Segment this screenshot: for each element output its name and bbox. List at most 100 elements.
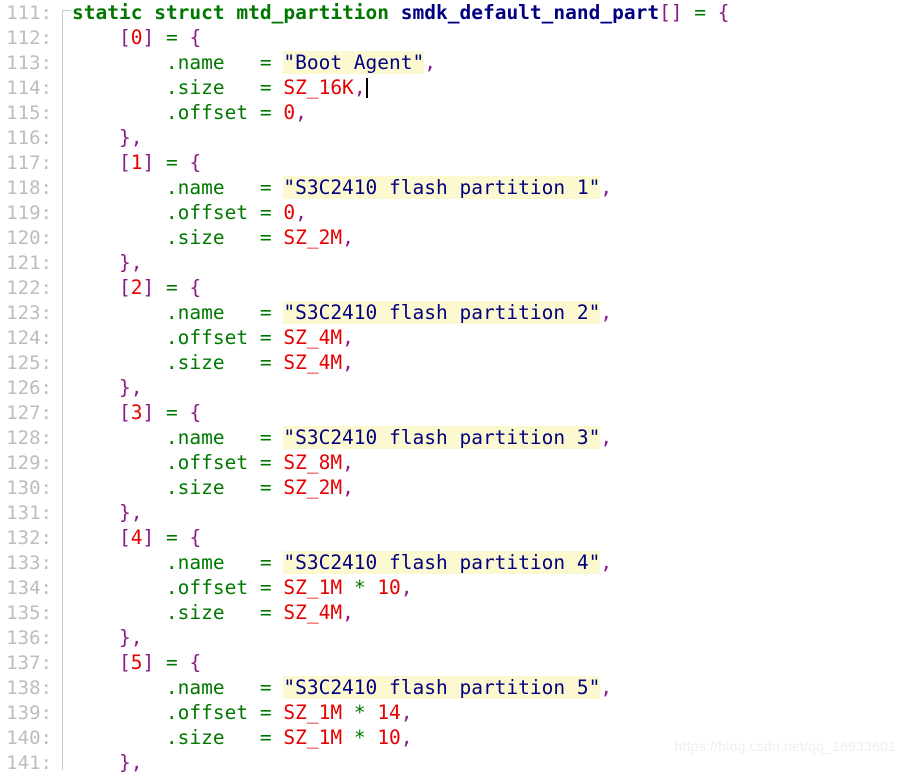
code-line[interactable]: 117 [1] = { [0, 150, 908, 175]
code-line-text: }, [52, 375, 143, 400]
code-line-text: }, [52, 750, 143, 775]
code-token: mtd_partition [236, 1, 390, 24]
code-token: } [118, 751, 131, 774]
code-line[interactable]: 132 [4] = { [0, 525, 908, 550]
code-line[interactable]: 128 .name = "S3C2410 flash partition 3", [0, 425, 908, 450]
code-token: = [259, 551, 272, 574]
code-line[interactable]: 122 [2] = { [0, 275, 908, 300]
code-line[interactable]: 112 [0] = { [0, 25, 908, 50]
line-number: 136 [0, 626, 52, 651]
code-token: = [259, 76, 272, 99]
line-number: 114 [0, 76, 52, 101]
code-token: { [189, 26, 202, 49]
code-token: { [189, 401, 202, 424]
code-line-text: [1] = { [52, 150, 201, 175]
code-editor[interactable]: 111static struct mtd_partition smdk_defa… [0, 0, 908, 774]
code-line[interactable]: 113 .name = "Boot Agent", [0, 50, 908, 75]
code-token: 0 [283, 101, 296, 124]
line-number: 133 [0, 551, 52, 576]
code-line[interactable]: 115 .offset = 0, [0, 100, 908, 125]
code-token: = [259, 726, 272, 749]
code-token: ] [142, 276, 155, 299]
code-line-text: .name = "S3C2410 flash partition 5", [52, 675, 612, 700]
code-line[interactable]: 135 .size = SZ_4M, [0, 600, 908, 625]
code-token: SZ_16K [283, 76, 354, 99]
code-line[interactable]: 127 [3] = { [0, 400, 908, 425]
line-number: 124 [0, 326, 52, 351]
code-token: , [295, 101, 307, 124]
code-line[interactable]: 134 .offset = SZ_1M * 10, [0, 575, 908, 600]
code-token: , [130, 251, 143, 274]
code-line-text: [4] = { [52, 525, 201, 550]
code-token: } [118, 376, 131, 399]
code-line-text: .size = SZ_1M * 10, [52, 725, 413, 750]
code-line[interactable]: 131 }, [0, 500, 908, 525]
code-token: = [165, 526, 178, 549]
code-token: , [130, 126, 143, 149]
code-token: } [118, 626, 131, 649]
code-line[interactable]: 111static struct mtd_partition smdk_defa… [0, 0, 908, 25]
code-token: ] [142, 151, 155, 174]
code-line[interactable]: 137 [5] = { [0, 650, 908, 675]
code-line[interactable]: 125 .size = SZ_4M, [0, 350, 908, 375]
code-token: , [342, 601, 354, 624]
code-token: = [259, 226, 272, 249]
code-line[interactable]: 133 .name = "S3C2410 flash partition 4", [0, 550, 908, 575]
code-line[interactable]: 123 .name = "S3C2410 flash partition 2", [0, 300, 908, 325]
watermark: https://blog.csdn.net/qq_16933601 [674, 738, 896, 754]
code-token: .name [165, 676, 225, 699]
code-token: = [259, 351, 272, 374]
code-line[interactable]: 121 }, [0, 250, 908, 275]
code-line[interactable]: 118 .name = "S3C2410 flash partition 1", [0, 175, 908, 200]
code-token: SZ_2M [283, 476, 343, 499]
code-token: } [118, 126, 131, 149]
line-number: 117 [0, 151, 52, 176]
code-line[interactable]: 130 .size = SZ_2M, [0, 475, 908, 500]
line-number: 132 [0, 526, 52, 551]
code-line-text: }, [52, 125, 143, 150]
code-token: "S3C2410 flash partition 2" [283, 301, 601, 324]
code-token: , [295, 201, 307, 224]
code-token: , [130, 626, 143, 649]
code-token: = [259, 476, 272, 499]
code-line[interactable]: 139 .offset = SZ_1M * 14, [0, 700, 908, 725]
code-line-text: .name = "S3C2410 flash partition 3", [52, 425, 612, 450]
code-token: 2 [130, 276, 143, 299]
code-line[interactable]: 136 }, [0, 625, 908, 650]
code-token: SZ_2M [283, 226, 343, 249]
code-line[interactable]: 116 }, [0, 125, 908, 150]
code-line[interactable]: 129 .offset = SZ_8M, [0, 450, 908, 475]
code-token: ] [142, 26, 155, 49]
code-line[interactable]: 126 }, [0, 375, 908, 400]
code-line-text: .size = SZ_2M, [52, 225, 354, 250]
code-line[interactable]: 124 .offset = SZ_4M, [0, 325, 908, 350]
code-line[interactable]: 119 .offset = 0, [0, 200, 908, 225]
code-token: ] [142, 526, 155, 549]
code-token: [ [118, 276, 131, 299]
code-line[interactable]: 114 .size = SZ_16K, [0, 75, 908, 100]
code-lines-container[interactable]: 111static struct mtd_partition smdk_defa… [0, 0, 908, 775]
code-line-text: .size = SZ_16K, [52, 75, 368, 100]
code-line[interactable]: 120 .size = SZ_2M, [0, 225, 908, 250]
line-number: 116 [0, 126, 52, 151]
code-token: 0 [130, 26, 143, 49]
code-line[interactable]: 138 .name = "S3C2410 flash partition 5", [0, 675, 908, 700]
code-token: SZ_4M [283, 601, 343, 624]
